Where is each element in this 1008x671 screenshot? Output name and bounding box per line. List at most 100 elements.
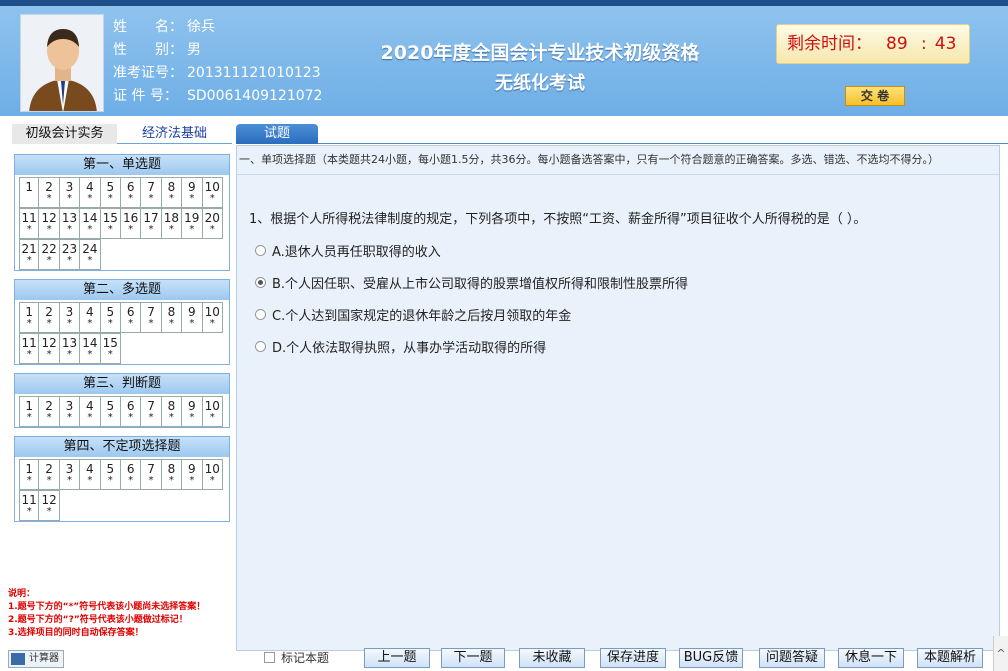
question-number-cell[interactable]: 5 * xyxy=(100,302,121,333)
question-number-cell[interactable]: 5 * xyxy=(100,459,121,490)
question-number-cell[interactable]: 12 * xyxy=(39,208,60,239)
question-number-cell[interactable]: 8 * xyxy=(161,396,183,427)
question-number-cell[interactable]: 10 * xyxy=(202,177,223,208)
question-number-cell[interactable]: 6 * xyxy=(120,177,142,208)
radio-c[interactable] xyxy=(255,309,266,320)
radio-b[interactable] xyxy=(255,277,266,288)
question-number-cell[interactable]: 5 * xyxy=(100,177,121,208)
tab-questions[interactable]: 试题 xyxy=(236,124,318,144)
question-number-cell[interactable]: 9 * xyxy=(182,396,203,427)
question-number-cell[interactable]: 11 * xyxy=(19,333,40,364)
question-number: 10 xyxy=(204,399,220,413)
question-number-cell[interactable]: 4 * xyxy=(80,396,101,427)
question-number-cell[interactable]: 1 * xyxy=(19,396,40,427)
question-number-cell[interactable]: 1 * xyxy=(19,459,40,490)
mark-question[interactable]: 标记本题 xyxy=(264,649,329,666)
question-number-cell[interactable]: 10 * xyxy=(202,459,223,490)
question-number-cell[interactable]: 18 * xyxy=(161,208,183,239)
unanswered-mark: * xyxy=(26,475,32,486)
question-number-cell[interactable]: 2 * xyxy=(39,302,60,333)
question-number-cell[interactable]: 9 * xyxy=(182,177,203,208)
question-number-cell[interactable]: 1 * xyxy=(19,302,40,333)
question-number-cell[interactable]: 19 * xyxy=(182,208,203,239)
question-number-cell[interactable]: 2 * xyxy=(39,459,60,490)
question-number-cell[interactable]: 16 * xyxy=(120,208,142,239)
question-qa-button[interactable]: 问题答疑 xyxy=(759,648,825,668)
unanswered-mark: * xyxy=(168,193,174,204)
calculator-button[interactable]: 计算器 xyxy=(8,650,64,668)
favorite-button[interactable]: 未收藏 xyxy=(519,648,585,668)
section-title: 第三、判断题 xyxy=(15,374,229,394)
question-number-cell[interactable]: 15 * xyxy=(100,333,121,364)
next-question-button[interactable]: 下一题 xyxy=(441,648,505,668)
question-number-cell[interactable]: 2 * xyxy=(39,177,60,208)
question-number-cell[interactable]: 10 * xyxy=(202,396,223,427)
question-number-cell[interactable]: 10 * xyxy=(202,302,223,333)
question-number: 9 xyxy=(188,462,196,476)
unanswered-mark: * xyxy=(46,255,52,266)
tab-subject-accounting[interactable]: 初级会计实务 xyxy=(12,124,117,144)
option-d[interactable]: D.个人依法取得执照，从事办学活动取得的所得 xyxy=(255,337,546,356)
question-number-cell[interactable]: 3 * xyxy=(59,459,81,490)
question-number: 5 xyxy=(106,180,115,194)
question-number-cell[interactable]: 4 * xyxy=(80,302,101,333)
question-number-cell[interactable]: 6 * xyxy=(120,459,142,490)
save-progress-button[interactable]: 保存进度 xyxy=(600,648,666,668)
question-number-cell[interactable]: 20 * xyxy=(202,208,223,239)
unanswered-mark: * xyxy=(209,193,215,204)
question-number-cell[interactable]: 7 * xyxy=(141,459,162,490)
question-number-cell[interactable]: 6 * xyxy=(120,396,142,427)
question-number-cell[interactable]: 5 * xyxy=(100,396,121,427)
question-number-cell[interactable]: 6 * xyxy=(120,302,142,333)
question-number-cell[interactable]: 7 * xyxy=(141,177,162,208)
question-number-cell[interactable]: 13 * xyxy=(59,208,81,239)
question-number-cell[interactable]: 17 * xyxy=(141,208,162,239)
question-number-cell[interactable]: 14 * xyxy=(80,208,101,239)
question-number-cell[interactable]: 21 * xyxy=(19,239,40,270)
scroll-up-button[interactable]: ^ xyxy=(993,636,1008,671)
question-number-cell[interactable]: 12 * xyxy=(39,333,60,364)
question-number-cell[interactable]: 4 * xyxy=(80,177,101,208)
question-number-cell[interactable]: 8 * xyxy=(161,302,183,333)
option-a[interactable]: A.退休人员再任职取得的收入 xyxy=(255,241,441,260)
question-number-cell[interactable]: 3 * xyxy=(59,177,81,208)
analysis-button[interactable]: 本题解析 xyxy=(917,648,983,668)
question-number-cell[interactable]: 3 * xyxy=(59,302,81,333)
question-number-cell[interactable]: 23 * xyxy=(59,239,81,270)
question-number-cell[interactable]: 8 * xyxy=(161,177,183,208)
remaining-time: 剩余时间： 89 :43 xyxy=(776,24,970,64)
option-c[interactable]: C.个人达到国家规定的退休年龄之后按月领取的年金 xyxy=(255,305,571,324)
question-number-cell[interactable]: 9 * xyxy=(182,459,203,490)
unanswered-mark: * xyxy=(66,318,72,329)
unanswered-mark: * xyxy=(46,224,52,235)
question-number-cell[interactable]: 1 xyxy=(19,177,40,208)
question-number-cell[interactable]: 14 * xyxy=(80,333,101,364)
question-number-cell[interactable]: 13 * xyxy=(59,333,81,364)
question-number-cell[interactable]: 11 * xyxy=(19,208,40,239)
question-number-cell[interactable]: 15 * xyxy=(100,208,121,239)
option-b[interactable]: B.个人因任职、受雇从上市公司取得的股票增值权所得和限制性股票所得 xyxy=(255,273,688,292)
question-number: 2 xyxy=(45,180,53,194)
bug-feedback-button[interactable]: BUG反馈 xyxy=(679,648,743,668)
question-number-cell[interactable]: 3 * xyxy=(59,396,81,427)
submit-exam-button[interactable]: 交 卷 xyxy=(845,86,905,106)
question-number-cell[interactable]: 12 * xyxy=(39,490,60,521)
question-number-cell[interactable]: 8 * xyxy=(161,459,183,490)
tab-subject-law[interactable]: 经济法基础 xyxy=(117,124,232,144)
question-number-cell[interactable]: 7 * xyxy=(141,302,162,333)
rest-button[interactable]: 休息一下 xyxy=(838,648,904,668)
radio-d[interactable] xyxy=(255,341,266,352)
question-number-cell[interactable]: 9 * xyxy=(182,302,203,333)
question-number-cell[interactable]: 4 * xyxy=(80,459,101,490)
question-number-cell[interactable]: 2 * xyxy=(39,396,60,427)
unanswered-mark: * xyxy=(168,475,174,486)
question-number-cell[interactable]: 11 * xyxy=(19,490,40,521)
unanswered-mark: * xyxy=(148,193,154,204)
question-number-cell[interactable]: 24 * xyxy=(80,239,101,270)
radio-a[interactable] xyxy=(255,245,266,256)
question-number-cell[interactable]: 22 * xyxy=(39,239,60,270)
prev-question-button[interactable]: 上一题 xyxy=(364,648,430,668)
question-number: 6 xyxy=(126,180,135,194)
question-number-cell[interactable]: 7 * xyxy=(141,396,162,427)
mark-checkbox[interactable] xyxy=(264,652,275,663)
